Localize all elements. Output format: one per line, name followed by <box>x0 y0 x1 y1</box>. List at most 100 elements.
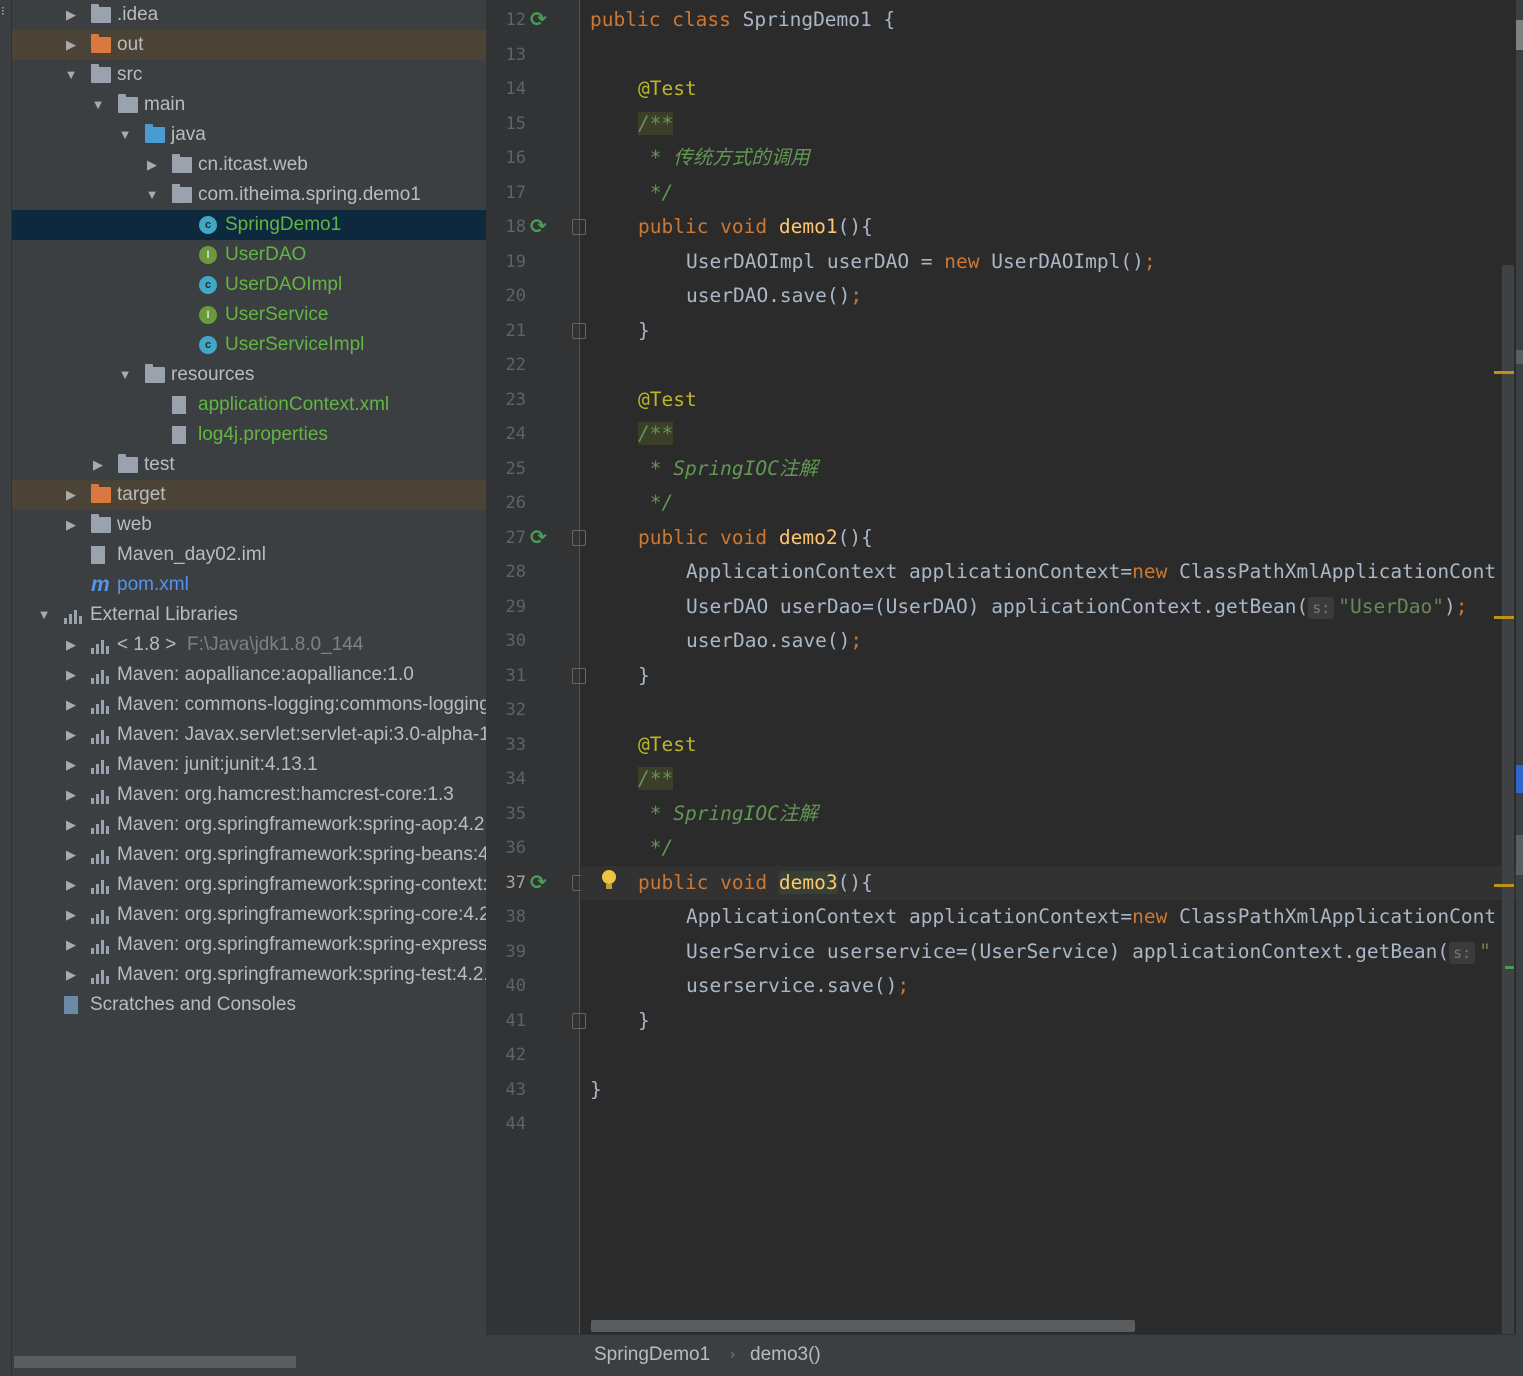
tree-node[interactable]: ▶ .idea <box>12 0 486 30</box>
code-line-31[interactable]: } <box>638 659 1516 694</box>
line-number[interactable]: 15 <box>486 107 526 142</box>
code-line-41[interactable]: } <box>638 1004 1516 1039</box>
tree-node[interactable]: ▶ test <box>12 450 486 480</box>
expand-right-icon[interactable]: ▶ <box>63 960 79 990</box>
tree-node[interactable]: ▶ Maven: Javax.servlet:servlet-api:3.0-al… <box>12 720 486 750</box>
run-test-icon[interactable]: ⟳ <box>530 871 552 893</box>
line-number[interactable]: 16 <box>486 141 526 176</box>
code-line-35[interactable]: * SpringIOC注解 <box>638 797 1516 832</box>
warning-marker[interactable] <box>1494 884 1514 887</box>
line-number[interactable]: 12 <box>486 3 526 38</box>
breadcrumb-class[interactable]: SpringDemo1 <box>594 1335 710 1375</box>
intention-bulb-icon[interactable] <box>601 869 617 892</box>
tree-node[interactable]: Maven_day02.iml <box>12 540 486 570</box>
editor-horizontal-scrollbar[interactable] <box>591 1320 1135 1332</box>
tree-node[interactable]: I UserService <box>12 300 486 330</box>
run-test-icon[interactable]: ⟳ <box>530 8 552 30</box>
tree-node[interactable]: ▶ web <box>12 510 486 540</box>
expand-right-icon[interactable]: ▶ <box>63 0 79 30</box>
line-number[interactable]: 17 <box>486 176 526 211</box>
stripe-marker[interactable] <box>1516 20 1523 50</box>
tree-node[interactable]: ▶ Maven: org.springframework:spring-aop:4… <box>12 810 486 840</box>
code-editor[interactable]: public class SpringDemo1 { @Test /** * 传… <box>581 0 1516 1334</box>
code-line-15[interactable]: /** <box>638 107 1516 142</box>
expand-down-icon[interactable]: ▼ <box>36 600 52 630</box>
line-number[interactable]: 14 <box>486 72 526 107</box>
run-test-icon[interactable]: ⟳ <box>530 215 552 237</box>
expand-right-icon[interactable]: ▶ <box>63 630 79 660</box>
expand-right-icon[interactable]: ▶ <box>63 30 79 60</box>
code-line-14[interactable]: @Test <box>638 72 1516 107</box>
code-line-18[interactable]: public void demo1(){ <box>638 210 1516 245</box>
stripe-marker[interactable] <box>1516 765 1523 793</box>
code-line-38[interactable]: ApplicationContext applicationContext=ne… <box>686 900 1516 935</box>
line-number[interactable]: 25 <box>486 452 526 487</box>
code-line-19[interactable]: UserDAOImpl userDAO = new UserDAOImpl(); <box>686 245 1516 280</box>
tree-node[interactable]: ▶ out <box>12 30 486 60</box>
error-stripe[interactable] <box>1516 0 1523 1376</box>
warning-marker[interactable] <box>1494 616 1514 619</box>
line-number[interactable]: 42 <box>486 1038 526 1073</box>
expand-right-icon[interactable]: ▶ <box>63 480 79 510</box>
line-number[interactable]: 35 <box>486 797 526 832</box>
tree-node[interactable]: ▶ Maven: org.springframework:spring-conte… <box>12 870 486 900</box>
code-line-37[interactable]: public void demo3(){ <box>581 865 1516 900</box>
expand-down-icon[interactable]: ▼ <box>63 60 79 90</box>
tree-node[interactable]: ▶ target <box>12 480 486 510</box>
expand-down-icon[interactable]: ▼ <box>144 180 160 210</box>
tree-node[interactable]: ▶ Maven: org.hamcrest:hamcrest-core:1.3 <box>12 780 486 810</box>
code-line-26[interactable]: */ <box>638 486 1516 521</box>
line-number[interactable]: 41 <box>486 1004 526 1039</box>
expand-right-icon[interactable]: ▶ <box>63 660 79 690</box>
line-number[interactable]: 27 <box>486 521 526 556</box>
tree-node[interactable]: ▼ resources <box>12 360 486 390</box>
line-number[interactable]: 22 <box>486 348 526 383</box>
tree-node[interactable]: log4j.properties <box>12 420 486 450</box>
code-line-20[interactable]: userDAO.save(); <box>686 279 1516 314</box>
line-number[interactable]: 38 <box>486 900 526 935</box>
code-line-12[interactable]: public class SpringDemo1 { <box>590 3 1516 38</box>
expand-right-icon[interactable]: ▶ <box>144 150 160 180</box>
line-number[interactable]: 19 <box>486 245 526 280</box>
code-line-25[interactable]: * SpringIOC注解 <box>638 452 1516 487</box>
expand-right-icon[interactable]: ▶ <box>63 840 79 870</box>
stripe-marker[interactable] <box>1516 350 1523 364</box>
line-number[interactable]: 29 <box>486 590 526 625</box>
code-line-40[interactable]: userservice.save(); <box>686 969 1516 1004</box>
code-line-29[interactable]: UserDAO userDao=(UserDAO) applicationCon… <box>686 590 1516 625</box>
expand-right-icon[interactable]: ▶ <box>63 720 79 750</box>
code-line-28[interactable]: ApplicationContext applicationContext=ne… <box>686 555 1516 590</box>
info-marker[interactable] <box>1505 966 1514 969</box>
tree-node[interactable]: c SpringDemo1 <box>12 210 486 240</box>
tree-node[interactable]: ▼ main <box>12 90 486 120</box>
line-number[interactable]: 32 <box>486 693 526 728</box>
expand-right-icon[interactable]: ▶ <box>63 690 79 720</box>
tree-node[interactable]: ▼ com.itheima.spring.demo1 <box>12 180 486 210</box>
tree-node[interactable]: ▶ Maven: org.springframework:spring-core:… <box>12 900 486 930</box>
code-line-17[interactable]: */ <box>638 176 1516 211</box>
expand-right-icon[interactable]: ▶ <box>63 780 79 810</box>
tree-node[interactable]: c UserDAOImpl <box>12 270 486 300</box>
line-number[interactable]: 40 <box>486 969 526 1004</box>
line-number[interactable]: 34 <box>486 762 526 797</box>
tree-node[interactable]: ▶ cn.itcast.web <box>12 150 486 180</box>
tree-node[interactable]: ▶ Maven: junit:junit:4.13.1 <box>12 750 486 780</box>
code-line-43[interactable]: } <box>590 1073 1516 1108</box>
code-line-24[interactable]: /** <box>638 417 1516 452</box>
line-number[interactable]: 33 <box>486 728 526 763</box>
code-line-27[interactable]: public void demo2(){ <box>638 521 1516 556</box>
line-number[interactable]: 36 <box>486 831 526 866</box>
tree-node[interactable]: applicationContext.xml <box>12 390 486 420</box>
project-tool-window[interactable]: ▶ .idea ▶ out ▼ src ▼ main ▼ java ▶ cn.itcast.web ▼ c… <box>12 0 486 1376</box>
expand-right-icon[interactable]: ▶ <box>63 510 79 540</box>
stripe-marker[interactable] <box>1516 835 1523 875</box>
line-number[interactable]: 26 <box>486 486 526 521</box>
code-line-21[interactable]: } <box>638 314 1516 349</box>
run-test-icon[interactable]: ⟳ <box>530 526 552 548</box>
code-line-33[interactable]: @Test <box>638 728 1516 763</box>
expand-down-icon[interactable]: ▼ <box>117 360 133 390</box>
line-number[interactable]: 24 <box>486 417 526 452</box>
tree-node[interactable]: Scratches and Consoles <box>12 990 486 1020</box>
tree-node[interactable]: ▶ Maven: org.springframework:spring-test:… <box>12 960 486 990</box>
tree-node[interactable]: ▶ Maven: aopalliance:aopalliance:1.0 <box>12 660 486 690</box>
